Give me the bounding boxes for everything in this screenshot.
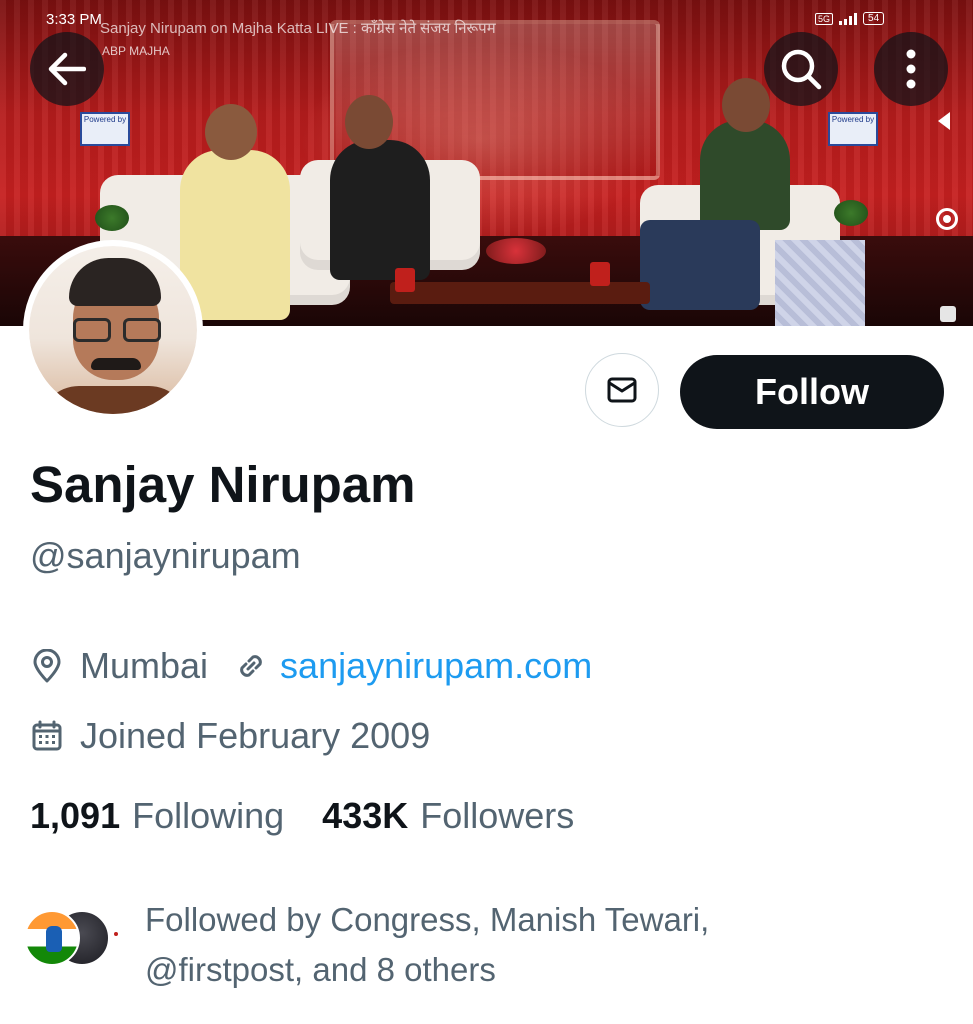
followed-by-avatars[interactable] — [24, 906, 124, 970]
followed-by-line2: @firstpost, and 8 others — [145, 951, 496, 988]
banner-mug — [590, 262, 610, 286]
website-link[interactable]: sanjaynirupam.com — [280, 645, 592, 687]
status-icons: 5G 54 — [815, 12, 885, 25]
arrow-left-icon — [48, 52, 86, 86]
envelope-icon — [607, 377, 637, 403]
status-channel: ABP MAJHA — [102, 44, 170, 58]
message-button[interactable] — [585, 353, 659, 427]
congress-avatar — [24, 910, 80, 966]
banner-plant — [95, 205, 129, 231]
avatar-photo — [29, 246, 197, 414]
link-icon — [234, 649, 268, 683]
banner-head-left — [205, 104, 257, 160]
banner-counter — [775, 240, 865, 326]
followed-by-text[interactable]: Followed by Congress, Manish Tewari, @fi… — [145, 895, 845, 995]
back-button[interactable] — [30, 32, 104, 106]
banner-head-middle — [345, 95, 393, 149]
followers-count: 433K — [322, 795, 409, 836]
profile-stats: 1,091 Following 433K Followers — [30, 795, 574, 837]
banner-person-right — [700, 120, 790, 230]
banner-person-left — [180, 150, 290, 320]
banner-sign-left: Powered by — [80, 112, 130, 146]
location-pin-icon — [30, 649, 64, 683]
follow-button[interactable]: Follow — [680, 355, 944, 429]
banner-mug — [395, 268, 415, 292]
search-button[interactable] — [764, 32, 838, 106]
more-options-button[interactable] — [874, 32, 948, 106]
profile-meta-joined: Joined February 2009 — [30, 715, 430, 757]
location-text: Mumbai — [80, 645, 209, 686]
following-label: Following — [132, 795, 285, 836]
status-video-title: Sanjay Nirupam on Majha Katta LIVE : काँ… — [100, 20, 496, 37]
signal-icon — [839, 12, 858, 25]
avatar-dot — [114, 932, 118, 936]
following-count: 1,091 — [30, 795, 121, 836]
display-name: Sanjay Nirupam — [30, 456, 416, 513]
battery-icon: 54 — [863, 12, 885, 25]
banner-plant — [834, 200, 868, 226]
network-indicator: 5G — [815, 12, 834, 25]
calendar-icon — [30, 719, 64, 753]
followers-label: Followers — [420, 795, 575, 836]
banner-flowers — [486, 238, 546, 264]
search-icon — [781, 49, 822, 90]
followers-link[interactable]: 433K Followers — [322, 795, 574, 837]
banner-person-middle — [330, 140, 430, 280]
joined-date-text: Joined February 2009 — [80, 715, 431, 756]
more-vertical-icon — [906, 49, 916, 89]
status-time: 3:33 PM — [46, 11, 102, 28]
banner-head-right — [722, 78, 770, 132]
profile-avatar[interactable] — [23, 240, 203, 420]
followed-by-line1: Followed by Congress, Manish Tewari, — [145, 901, 710, 938]
banner-table — [390, 282, 650, 304]
following-link[interactable]: 1,091 Following — [30, 795, 284, 837]
edge-panel-arrow-icon[interactable] — [938, 112, 950, 130]
edge-handle-icon[interactable] — [940, 306, 956, 322]
status-bar: 3:33 PM Sanjay Nirupam on Majha Katta LI… — [0, 0, 973, 58]
banner-sign-right: Powered by — [828, 112, 878, 146]
floating-record-icon[interactable] — [936, 208, 958, 230]
user-handle: @sanjaynirupam — [30, 535, 301, 576]
banner-person-right-legs — [640, 220, 760, 310]
profile-meta-location-website: Mumbai sanjaynirupam.com — [30, 645, 592, 687]
